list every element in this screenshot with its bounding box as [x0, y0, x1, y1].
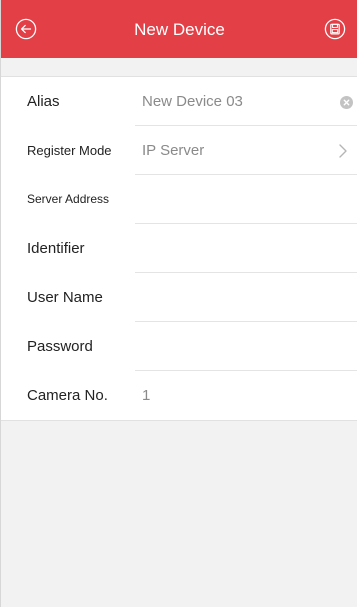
clear-icon: [339, 95, 353, 109]
device-form: Alias Register Mode IP Server Server Add…: [1, 76, 357, 421]
app-screen: New Device Alias New Device 03 Register …: [0, 0, 357, 607]
circle-arrow-left-icon: [15, 18, 37, 40]
server-address-row: Server Address: [1, 175, 357, 224]
server-address-input[interactable]: [142, 187, 322, 211]
alias-input[interactable]: [142, 89, 322, 113]
camera-no-label: Camera No.: [27, 387, 108, 404]
identifier-input[interactable]: [142, 236, 322, 260]
circle-save-icon: [324, 18, 346, 40]
chevron-right-icon: [337, 143, 349, 159]
server-address-label: Server Address: [27, 192, 110, 206]
identifier-label: Identifier: [27, 240, 85, 257]
user-name-input[interactable]: [142, 285, 322, 309]
register-mode-label: Register Mode: [27, 143, 112, 158]
alias-row: Alias: [1, 77, 357, 126]
page-title: New Device: [134, 20, 225, 39]
camera-no-input[interactable]: [142, 383, 322, 407]
password-input[interactable]: [142, 334, 322, 358]
identifier-row: Identifier: [1, 224, 357, 273]
camera-no-row: Camera No.: [1, 371, 357, 420]
register-mode-value: IP Server: [142, 142, 205, 159]
save-button[interactable]: [322, 16, 348, 42]
nav-header: New Device: [1, 0, 357, 58]
back-button[interactable]: [13, 16, 39, 42]
register-mode-row[interactable]: Register Mode IP Server: [1, 126, 357, 175]
clear-alias-button[interactable]: [339, 95, 353, 109]
user-name-label: User Name: [27, 289, 103, 306]
alias-label: Alias: [27, 93, 60, 110]
user-name-row: User Name: [1, 273, 357, 322]
password-label: Password: [27, 338, 93, 355]
password-row: Password: [1, 322, 357, 371]
